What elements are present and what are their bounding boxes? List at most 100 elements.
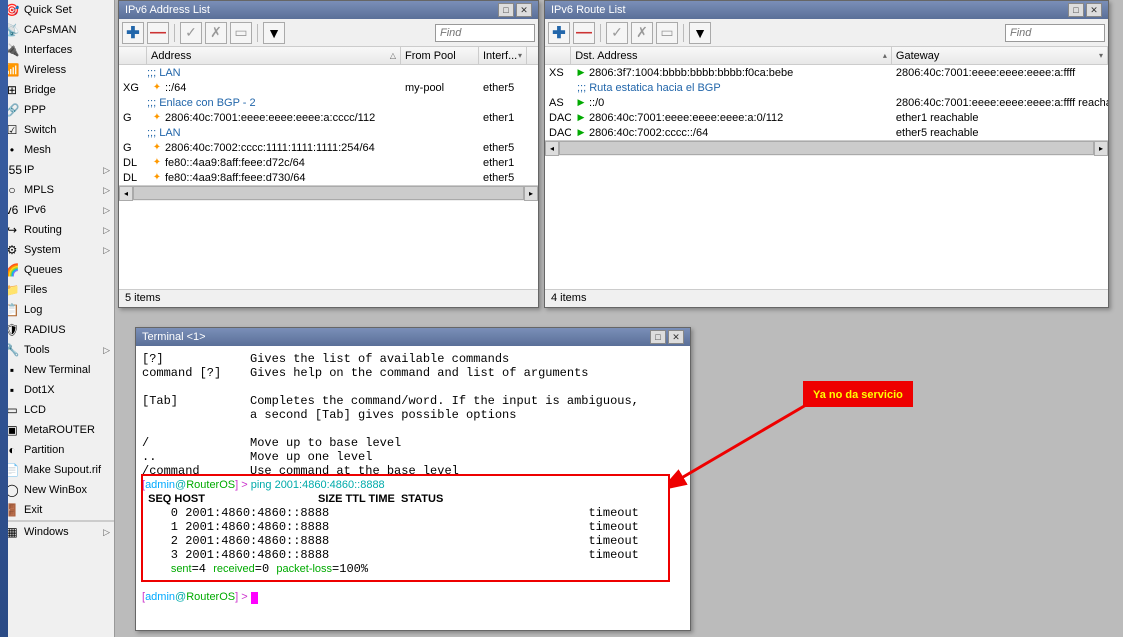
enable-button[interactable]: ✓ (180, 22, 202, 44)
label: Bridge (24, 84, 110, 96)
disable-button[interactable]: ✗ (631, 22, 653, 44)
col-gateway[interactable]: Gateway▾ (892, 47, 1108, 64)
sidebar-item-new-winbox[interactable]: ◯New WinBox (0, 480, 114, 500)
comment-button[interactable]: ▭ (230, 22, 252, 44)
title: IPv6 Address List (125, 4, 496, 16)
col-interface[interactable]: Interf...▾ (479, 47, 527, 64)
sidebar-item-queues[interactable]: 🌈Queues (0, 260, 114, 280)
address-icon: ✦ (151, 112, 163, 124)
label: Log (24, 304, 110, 316)
sidebar-item-mpls[interactable]: ○MPLS▷ (0, 180, 114, 200)
remove-button[interactable]: — (147, 22, 169, 44)
sidebar-item-partition[interactable]: ◐Partition (0, 440, 114, 460)
table-row[interactable]: ;;; LAN (119, 65, 538, 80)
find-input[interactable] (435, 24, 535, 42)
sidebar-item-windows[interactable]: ▦ Windows ▷ (0, 522, 114, 542)
toolbar: ✚ — ✓ ✗ ▭ ▼ (545, 19, 1108, 47)
titlebar[interactable]: Terminal <1> □ ✕ (136, 328, 690, 346)
sidebar-item-wireless[interactable]: 📶Wireless (0, 60, 114, 80)
filter-button[interactable]: ▼ (689, 22, 711, 44)
label: IP (24, 164, 103, 176)
find-input[interactable] (1005, 24, 1105, 42)
sidebar-item-metarouter[interactable]: ▣MetaROUTER (0, 420, 114, 440)
table-row[interactable]: AS▶::/02806:40c:7001:eeee:eeee:eeee:a:ff… (545, 95, 1108, 110)
sidebar: 🎯Quick Set📡CAPsMAN🔌Interfaces📶Wireless⊞B… (0, 0, 115, 637)
sidebar-item-dot1x[interactable]: ▪Dot1X (0, 380, 114, 400)
table-row[interactable]: DL✦fe80::4aa9:8aff:feee:d72c/64ether1 (119, 155, 538, 170)
label: PPP (24, 104, 110, 116)
table-row[interactable]: XS▶2806:3f7:1004:bbbb:bbbb:bbbb:f0ca:beb… (545, 65, 1108, 80)
col-from-pool[interactable]: From Pool (401, 47, 479, 64)
sidebar-item-radius[interactable]: 🛡RADIUS (0, 320, 114, 340)
route-icon: ▶ (575, 127, 587, 139)
sidebar-item-new-terminal[interactable]: ▪New Terminal (0, 360, 114, 380)
sidebar-item-system[interactable]: ⚙System▷ (0, 240, 114, 260)
address-grid: Address△ From Pool Interf...▾ ;;; LANXG✦… (119, 47, 538, 289)
table-row[interactable]: ;;; LAN (119, 125, 538, 140)
table-row[interactable]: ;;; Enlace con BGP - 2 (119, 95, 538, 110)
comment-button[interactable]: ▭ (656, 22, 678, 44)
address-icon: ✦ (151, 82, 163, 94)
label: Routing (24, 224, 103, 236)
table-row[interactable]: G✦2806:40c:7002:cccc:1111:1111:1111:254/… (119, 140, 538, 155)
label: Quick Set (24, 4, 110, 16)
close-button[interactable]: ✕ (668, 330, 684, 344)
sidebar-item-ipv6[interactable]: v6IPv6▷ (0, 200, 114, 220)
table-row[interactable]: XG✦::/64my-poolether5 (119, 80, 538, 95)
title: IPv6 Route List (551, 4, 1066, 16)
add-button[interactable]: ✚ (122, 22, 144, 44)
remove-button[interactable]: — (573, 22, 595, 44)
close-button[interactable]: ✕ (516, 3, 532, 17)
col-dst-address[interactable]: Dst. Address▴ (571, 47, 892, 64)
col-address[interactable]: Address△ (147, 47, 401, 64)
col-flag[interactable] (545, 47, 571, 64)
sidebar-item-bridge[interactable]: ⊞Bridge (0, 80, 114, 100)
hscrollbar[interactable]: ◂▸ (545, 140, 1108, 156)
filter-button[interactable]: ▼ (263, 22, 285, 44)
sidebar-item-ppp[interactable]: 🔗PPP (0, 100, 114, 120)
toolbar: ✚ — ✓ ✗ ▭ ▼ (119, 19, 538, 47)
enable-button[interactable]: ✓ (606, 22, 628, 44)
label: Tools (24, 344, 103, 356)
label: Exit (24, 504, 110, 516)
statusbar: 5 items (119, 289, 538, 307)
sidebar-item-files[interactable]: 📁Files (0, 280, 114, 300)
title: Terminal <1> (142, 331, 648, 343)
sidebar-item-log[interactable]: 📋Log (0, 300, 114, 320)
address-icon: ✦ (151, 157, 163, 169)
ipv6-address-list-window: IPv6 Address List □ ✕ ✚ — ✓ ✗ ▭ ▼ Addres… (118, 0, 539, 308)
sidebar-item-tools[interactable]: 🔧Tools▷ (0, 340, 114, 360)
table-row[interactable]: DAC▶2806:40c:7001:eeee:eeee:eeee:a:0/112… (545, 110, 1108, 125)
sidebar-item-interfaces[interactable]: 🔌Interfaces (0, 40, 114, 60)
table-row[interactable]: G✦2806:40c:7001:eeee:eeee:eeee:a:cccc/11… (119, 110, 538, 125)
close-button[interactable]: ✕ (1086, 3, 1102, 17)
sidebar-item-make-supout.rif[interactable]: 📄Make Supout.rif (0, 460, 114, 480)
table-row[interactable]: DAC▶2806:40c:7002:cccc::/64ether5 reacha… (545, 125, 1108, 140)
table-row[interactable]: ;;; Ruta estatica hacia el BGP (545, 80, 1108, 95)
sidebar-item-capsman[interactable]: 📡CAPsMAN (0, 20, 114, 40)
label: Queues (24, 264, 110, 276)
sidebar-item-switch[interactable]: ☑Switch (0, 120, 114, 140)
sidebar-item-routing[interactable]: ↪Routing▷ (0, 220, 114, 240)
sidebar-item-lcd[interactable]: ▭LCD (0, 400, 114, 420)
label: New WinBox (24, 484, 110, 496)
label: Partition (24, 444, 110, 456)
hscrollbar[interactable]: ◂▸ (119, 185, 538, 201)
minimize-button[interactable]: □ (1068, 3, 1084, 17)
route-icon: ▶ (575, 112, 587, 124)
disable-button[interactable]: ✗ (205, 22, 227, 44)
label: Dot1X (24, 384, 110, 396)
titlebar[interactable]: IPv6 Route List □ ✕ (545, 1, 1108, 19)
titlebar[interactable]: IPv6 Address List □ ✕ (119, 1, 538, 19)
add-button[interactable]: ✚ (548, 22, 570, 44)
sidebar-item-mesh[interactable]: •Mesh (0, 140, 114, 160)
minimize-button[interactable]: □ (650, 330, 666, 344)
sidebar-item-quick-set[interactable]: 🎯Quick Set (0, 0, 114, 20)
sidebar-item-ip[interactable]: 255IP▷ (0, 160, 114, 180)
minimize-button[interactable]: □ (498, 3, 514, 17)
sidebar-item-exit[interactable]: 🚪Exit (0, 500, 114, 520)
terminal-body[interactable]: [?] Gives the list of available commands… (136, 346, 690, 630)
col-flag[interactable] (119, 47, 147, 64)
ipv6-route-list-window: IPv6 Route List □ ✕ ✚ — ✓ ✗ ▭ ▼ Dst. Add… (544, 0, 1109, 308)
table-row[interactable]: DL✦fe80::4aa9:8aff:feee:d730/64ether5 (119, 170, 538, 185)
